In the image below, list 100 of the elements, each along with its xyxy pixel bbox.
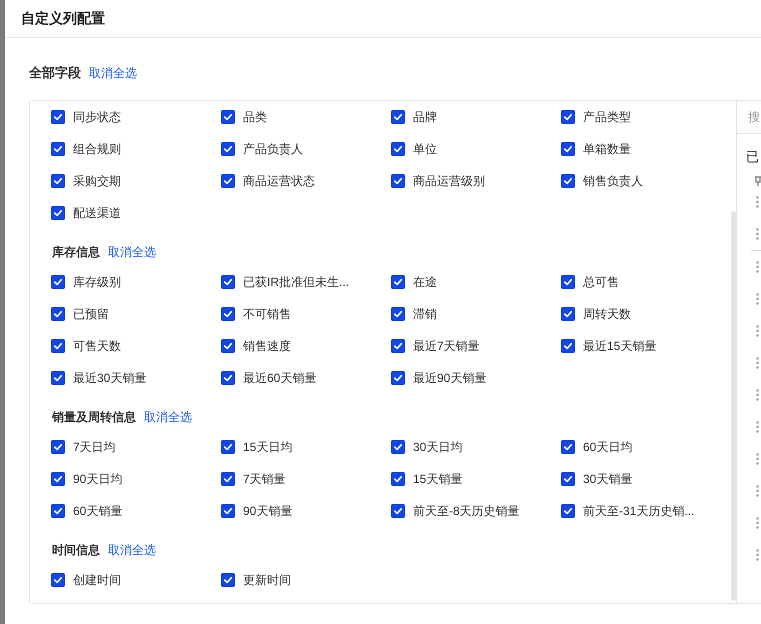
checkbox[interactable] <box>221 110 235 124</box>
checkbox[interactable] <box>221 573 235 587</box>
checkbox[interactable] <box>391 142 405 156</box>
checkbox[interactable] <box>561 275 575 289</box>
field-label: 同步状态 <box>73 108 121 126</box>
field-label: 在途 <box>413 274 437 290</box>
checkbox[interactable] <box>221 472 235 486</box>
field-label: 组合规则 <box>73 140 121 158</box>
search-field[interactable]: 搜 <box>737 101 761 134</box>
drag-handle-icon[interactable] <box>756 389 759 401</box>
checkbox[interactable] <box>51 110 65 124</box>
drag-handle-icon[interactable] <box>756 196 759 208</box>
drag-handle-icon[interactable] <box>756 517 759 529</box>
field-label: 最近30天销量 <box>73 370 146 386</box>
scrollbar[interactable] <box>731 211 736 601</box>
field-label: 库存级别 <box>73 274 121 290</box>
field-label: 配送渠道 <box>73 204 121 222</box>
field-label: 商品运营级别 <box>413 172 485 190</box>
field-label: 销售速度 <box>243 338 291 354</box>
checkbox[interactable] <box>51 339 65 353</box>
field-label: 创建时间 <box>73 572 121 588</box>
checkbox[interactable] <box>221 371 235 385</box>
drag-handle-icon[interactable] <box>756 485 759 497</box>
checkbox[interactable] <box>391 440 405 454</box>
deselect-all-link[interactable]: 取消全选 <box>108 542 156 559</box>
field-label: 最近60天销量 <box>243 370 316 386</box>
field-label: 7天销量 <box>243 470 286 488</box>
field-label: 15天日均 <box>243 438 292 456</box>
checkbox[interactable] <box>561 339 575 353</box>
checkbox[interactable] <box>561 440 575 454</box>
checkbox[interactable] <box>51 440 65 454</box>
field-label: 已预留 <box>73 306 109 322</box>
checkbox[interactable] <box>561 472 575 486</box>
checkbox[interactable] <box>51 504 65 518</box>
field-label: 更新时间 <box>243 572 291 588</box>
drag-handle-icon[interactable] <box>756 228 759 240</box>
checkbox[interactable] <box>221 339 235 353</box>
checkbox[interactable] <box>51 206 65 220</box>
field-label: 可售天数 <box>73 338 121 354</box>
checkbox[interactable] <box>51 174 65 188</box>
drag-handle-icon[interactable] <box>756 293 759 305</box>
checkbox[interactable] <box>391 275 405 289</box>
checkbox[interactable] <box>221 504 235 518</box>
field-label: 品类 <box>243 108 267 126</box>
field-label: 单箱数量 <box>583 140 631 158</box>
checkbox[interactable] <box>561 110 575 124</box>
checkbox[interactable] <box>561 307 575 321</box>
checkbox[interactable] <box>391 174 405 188</box>
checkbox[interactable] <box>221 275 235 289</box>
drag-handle-icon[interactable] <box>756 549 759 561</box>
checkbox[interactable] <box>51 371 65 385</box>
field-label: 周转天数 <box>583 306 631 322</box>
selected-title: 已 <box>746 148 760 166</box>
checkbox[interactable] <box>561 504 575 518</box>
field-label: 15天销量 <box>413 470 462 488</box>
checkbox[interactable] <box>391 371 405 385</box>
checkbox[interactable] <box>561 174 575 188</box>
field-label: 销售负责人 <box>583 172 643 190</box>
checkbox[interactable] <box>221 307 235 321</box>
checkbox[interactable] <box>51 142 65 156</box>
field-label: 产品类型 <box>583 108 631 126</box>
checkbox[interactable] <box>51 275 65 289</box>
deselect-all-link[interactable]: 取消全选 <box>89 65 137 82</box>
checkbox[interactable] <box>221 142 235 156</box>
checkbox[interactable] <box>51 472 65 486</box>
field-label: 已获IR批准但未生... <box>243 274 350 290</box>
checkbox[interactable] <box>391 472 405 486</box>
field-label: 产品负责人 <box>243 140 303 158</box>
field-label: 90天日均 <box>73 470 122 488</box>
field-label: 前天至-8天历史销量 <box>413 502 520 520</box>
drag-handle-icon[interactable] <box>756 325 759 337</box>
dialog-title: 自定义列配置 <box>21 10 105 28</box>
drag-handle-icon[interactable] <box>756 357 759 369</box>
field-label: 总可售 <box>583 274 619 290</box>
section-title: 库存信息 <box>52 244 100 261</box>
checkbox[interactable] <box>561 142 575 156</box>
field-label: 不可销售 <box>243 306 291 322</box>
field-label: 前天至-31天历史销... <box>583 502 694 520</box>
section-title: 销量及周转信息 <box>52 409 136 426</box>
checkbox[interactable] <box>51 307 65 321</box>
checkbox[interactable] <box>221 174 235 188</box>
drag-handle-icon[interactable] <box>756 261 759 273</box>
field-label: 滞销 <box>413 306 437 322</box>
field-label: 商品运营状态 <box>243 172 315 190</box>
field-label: 采购交期 <box>73 172 121 190</box>
drag-handle-icon[interactable] <box>756 421 759 433</box>
drag-handle-icon[interactable] <box>756 453 759 465</box>
field-label: 30天日均 <box>413 438 462 456</box>
deselect-all-link[interactable]: 取消全选 <box>144 409 192 426</box>
checkbox[interactable] <box>391 339 405 353</box>
field-label: 60天销量 <box>73 502 122 520</box>
section-title: 时间信息 <box>52 542 100 559</box>
field-label: 90天销量 <box>243 502 292 520</box>
checkbox[interactable] <box>391 504 405 518</box>
checkbox[interactable] <box>221 440 235 454</box>
pin-icon[interactable] <box>755 176 761 186</box>
checkbox[interactable] <box>391 307 405 321</box>
checkbox[interactable] <box>51 573 65 587</box>
deselect-all-link[interactable]: 取消全选 <box>108 244 156 261</box>
checkbox[interactable] <box>391 110 405 124</box>
